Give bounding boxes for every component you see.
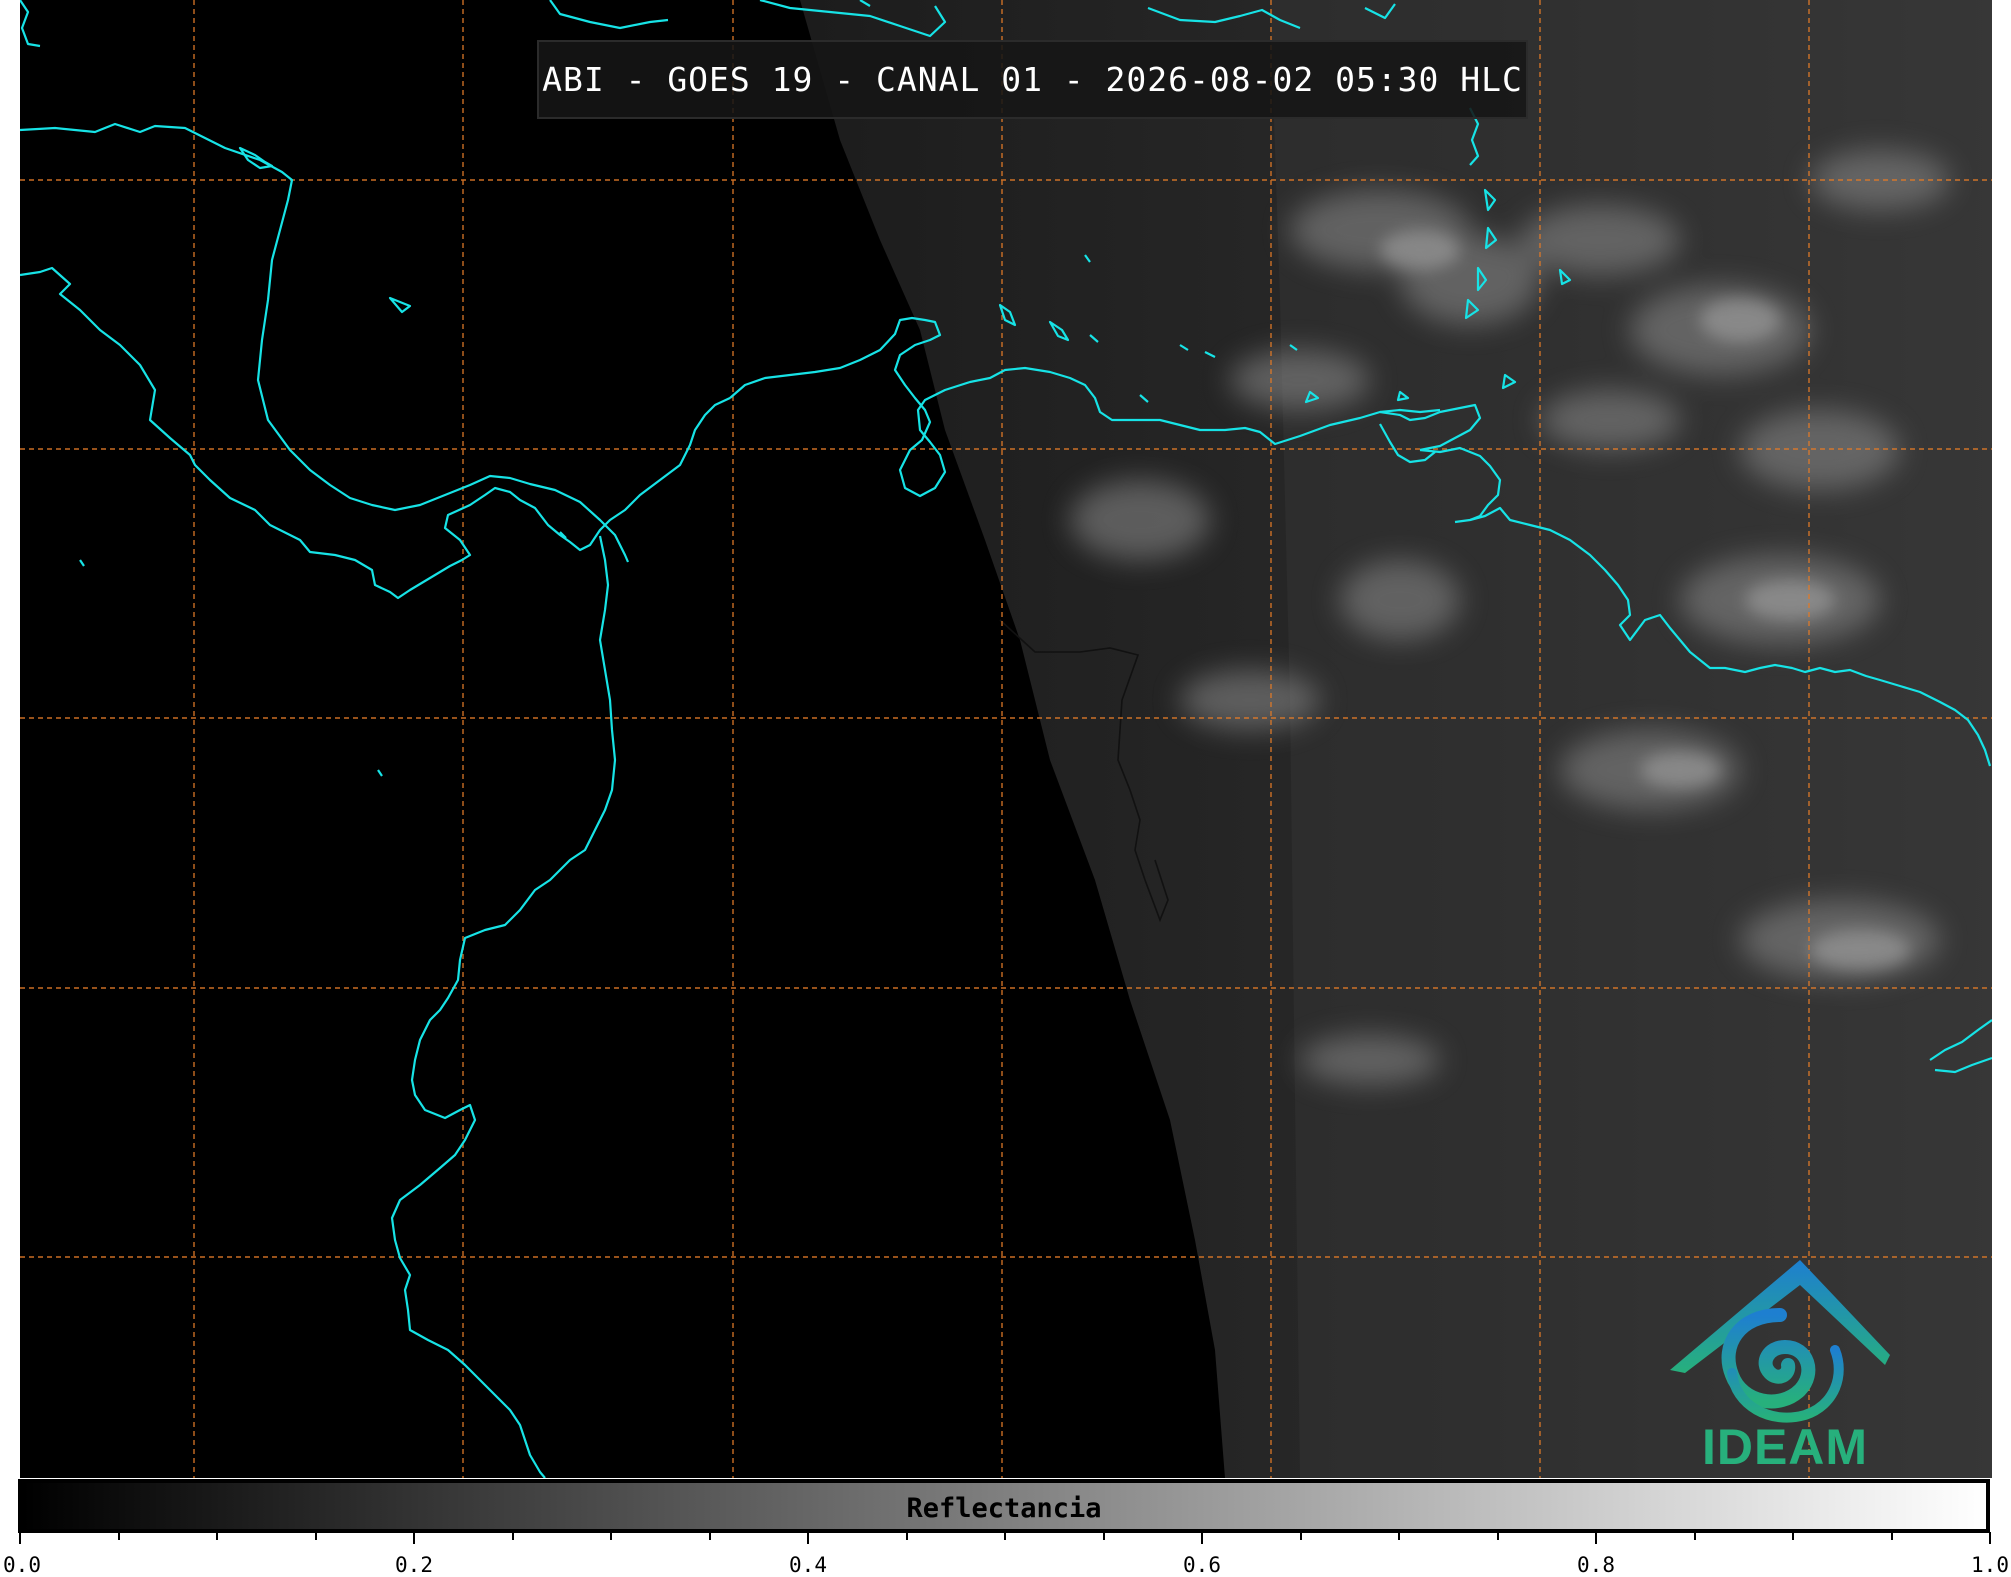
colorbar-tick-label: 0.0 — [3, 1553, 41, 1577]
colorbar-tick-label: 0.8 — [1577, 1553, 1615, 1577]
colorbar-ticks — [19, 1532, 1991, 1544]
colorbar-tick-label: 0.6 — [1183, 1553, 1221, 1577]
colorbar: Reflectancia — [18, 1479, 1990, 1533]
colorbar-tick-label: 1.0 — [1971, 1553, 2009, 1577]
map-title: ABI - GOES 19 - CANAL 01 - 2026-08-02 05… — [542, 60, 1523, 99]
colorbar-tick-label: 0.4 — [789, 1553, 827, 1577]
colorbar-label: Reflectancia — [906, 1493, 1102, 1524]
map-title-box: ABI - GOES 19 - CANAL 01 - 2026-08-02 05… — [537, 40, 1528, 119]
ideam-logo-text: IDEAM — [1701, 1419, 1869, 1475]
colorbar-tick-label: 0.2 — [395, 1553, 433, 1577]
